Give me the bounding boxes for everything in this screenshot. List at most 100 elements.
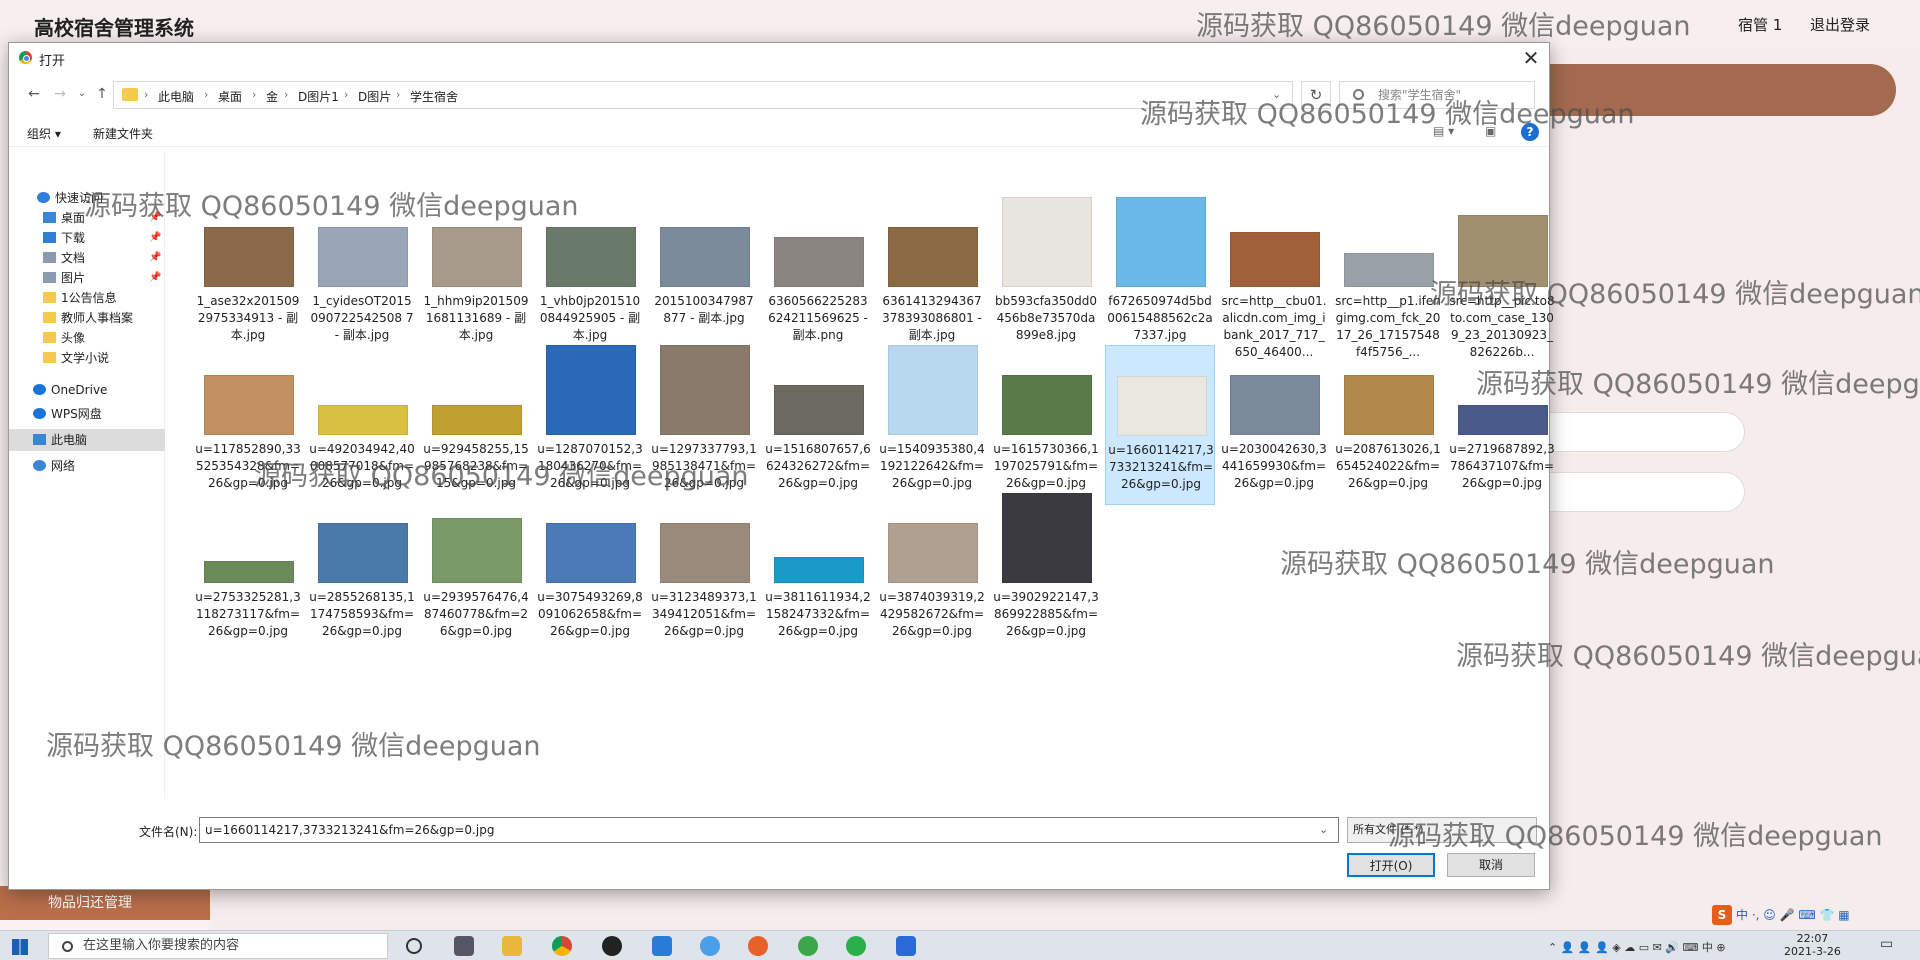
preview-pane-icon[interactable]: ▣ — [1485, 124, 1496, 138]
file-item[interactable]: u=2855268135,1174758593&fm=26&gp=0.jpg — [307, 493, 417, 653]
file-item[interactable]: u=3874039319,2429582672&fm=26&gp=0.jpg — [877, 493, 987, 653]
search-input[interactable]: 搜索"学生宿舍" — [1339, 81, 1535, 109]
file-item[interactable]: 1_vhb0jp2015100844925905 - 副本.jpg — [535, 197, 645, 357]
file-item[interactable]: u=2030042630,3441659930&fm=26&gp=0.jpg — [1219, 345, 1329, 505]
breadcrumb-item[interactable]: 此电脑 — [158, 88, 194, 105]
file-explorer-icon[interactable] — [502, 936, 522, 956]
cortana-icon[interactable] — [406, 938, 422, 954]
close-icon[interactable]: ✕ — [1519, 46, 1543, 70]
file-item[interactable]: u=2939576476,487460778&fm=26&gp=0.jpg — [421, 493, 531, 653]
notification-icon[interactable]: ▭ — [1880, 936, 1893, 952]
chevron-down-icon[interactable]: ⌄ — [1272, 88, 1281, 101]
taskbar-search-input[interactable]: 在这里输入你要搜索的内容 — [48, 933, 388, 959]
file-item[interactable]: src=http__pic.to8to.com_case_1309_23_201… — [1447, 197, 1557, 359]
file-item[interactable]: u=492034942,40008577018&fm=26&gp=0.jpg — [307, 345, 417, 505]
file-item[interactable]: u=3123489373,1349412051&fm=26&gp=0.jpg — [649, 493, 759, 653]
nav-item[interactable]: 快速访问 — [9, 187, 165, 209]
file-item[interactable]: bb593cfa350dd0456b8e73570da899e8.jpg — [991, 197, 1101, 357]
cancel-button[interactable]: 取消 — [1447, 853, 1535, 877]
file-item[interactable]: src=http__p1.ifengimg.com_fck_2017_26_17… — [1333, 197, 1443, 359]
file-item[interactable]: u=3902922147,3869922885&fm=26&gp=0.jpg — [991, 493, 1101, 653]
nav-item[interactable]: OneDrive — [9, 379, 165, 401]
file-item[interactable]: u=2719687892,3786437107&fm=26&gp=0.jpg — [1447, 345, 1557, 505]
pin-icon: 📌 — [149, 272, 162, 283]
logout-link[interactable]: 退出登录 — [1810, 14, 1870, 35]
nav-item[interactable]: 文学小说 — [9, 347, 165, 369]
nav-item[interactable]: 图片 📌 — [9, 267, 165, 289]
file-item[interactable]: 1_ase32x2015092975334913 - 副本.jpg — [193, 197, 303, 357]
computer-icon — [33, 434, 46, 445]
file-item[interactable]: u=3811611934,2158247332&fm=26&gp=0.jpg — [763, 493, 873, 653]
app-icon[interactable] — [652, 936, 672, 956]
wechat-icon[interactable] — [846, 936, 866, 956]
qq-icon[interactable] — [602, 936, 622, 956]
tray-icons[interactable]: ⌃ 👤 👤 👤 ◈ ☁ ▭ ✉ 🔊 ⌨ 中 ⊕ — [1548, 939, 1726, 955]
app-icon[interactable] — [896, 936, 916, 956]
nav-item[interactable]: 头像 — [9, 327, 165, 349]
file-item[interactable]: u=1287070152,3180436270&fm=26&gp=0.jpg — [535, 345, 645, 505]
refresh-icon[interactable]: ↻ — [1301, 81, 1331, 109]
file-item[interactable]: 1_hhm9ip2015091681131689 - 副本.jpg — [421, 197, 531, 357]
image-thumbnail — [204, 227, 294, 287]
help-icon[interactable]: ? — [1521, 123, 1539, 141]
file-item[interactable]: u=1516807657,6624326272&fm=26&gp=0.jpg — [763, 345, 873, 505]
file-item[interactable]: u=1297337793,1985138471&fm=26&gp=0.jpg — [649, 345, 759, 505]
file-item[interactable]: 6360566225283624211569625 - 副本.png — [763, 197, 873, 357]
current-user[interactable]: 宿管 1 — [1738, 14, 1782, 35]
file-list: 1_ase32x2015092975334913 - 副本.jpg 1_cyide… — [179, 151, 1555, 799]
sidebar-item-return-management[interactable]: 物品归还管理 — [0, 886, 210, 920]
pin-icon: 📌 — [149, 252, 162, 263]
file-item[interactable]: u=2087613026,1654524022&fm=26&gp=0.jpg — [1333, 345, 1443, 505]
forward-arrow-icon[interactable]: → — [51, 85, 69, 103]
breadcrumb-item[interactable]: 学生宿舍 — [410, 88, 458, 105]
nav-item[interactable]: 文档 📌 — [9, 247, 165, 269]
file-item[interactable]: u=929458255,15985768238&fm=15&gp=0.jpg — [421, 345, 531, 505]
nav-item[interactable]: 下载 📌 — [9, 227, 165, 249]
image-thumbnail — [1116, 197, 1206, 287]
file-item[interactable]: src=http__cbu01.alicdn.com_img_ibank_201… — [1219, 197, 1329, 359]
file-item[interactable]: 6361413294367378393086801 - 副本.jpg — [877, 197, 987, 357]
address-bar[interactable]: › 此电脑 › 桌面 › 金 › D图片1 › D图片 › 学生宿舍 ⌄ — [113, 81, 1293, 109]
app-icon[interactable] — [700, 936, 720, 956]
file-open-dialog: 打开 ✕ ← → ⌄ ↑ › 此电脑 › 桌面 › 金 › D图片1 › D图片… — [8, 42, 1555, 890]
nav-item[interactable]: 教师人事档案 — [9, 307, 165, 329]
firefox-icon[interactable] — [748, 936, 768, 956]
nav-item[interactable]: 桌面 📌 — [9, 207, 165, 229]
chevron-down-icon[interactable]: ⌄ — [1319, 823, 1328, 836]
file-item[interactable]: u=1540935380,4192122642&fm=26&gp=0.jpg — [877, 345, 987, 505]
new-folder-button[interactable]: 新建文件夹 — [93, 125, 153, 142]
windows-start-icon[interactable] — [12, 939, 28, 955]
file-name: 1_cyidesOT2015090722542508 7 - 副本.jpg — [310, 294, 414, 342]
view-options-icon[interactable]: ▤ ▾ — [1433, 124, 1454, 138]
recent-locations-icon[interactable]: ⌄ — [73, 85, 91, 103]
file-item[interactable]: u=1660114217,3733213241&fm=26&gp=0.jpg — [1105, 345, 1215, 505]
file-item[interactable]: f672650974d5bd00615488562c2a7337.jpg — [1105, 197, 1215, 357]
file-item[interactable]: u=117852890,33525354328&fm=26&gp=0.jpg — [193, 345, 303, 505]
file-item[interactable]: 1_cyidesOT2015090722542508 7 - 副本.jpg — [307, 197, 417, 357]
breadcrumb-item[interactable]: 金 — [266, 88, 278, 105]
clock[interactable]: 22:07 2021-3-26 — [1784, 932, 1841, 958]
file-item[interactable]: u=1615730366,1197025791&fm=26&gp=0.jpg — [991, 345, 1101, 505]
image-thumbnail — [318, 405, 408, 435]
breadcrumb-item[interactable]: D图片 — [358, 88, 391, 105]
nav-item[interactable]: 网络 — [9, 455, 165, 477]
nav-item[interactable]: 1公告信息 — [9, 287, 165, 309]
back-arrow-icon[interactable]: ← — [25, 85, 43, 103]
organize-button[interactable]: 组织 ▾ — [27, 125, 61, 142]
task-view-icon[interactable] — [454, 936, 474, 956]
nav-item[interactable]: 此电脑 — [9, 429, 165, 451]
file-item[interactable]: u=2753325281,3118273117&fm=26&gp=0.jpg — [193, 493, 303, 653]
file-item[interactable]: u=3075493269,8091062658&fm=26&gp=0.jpg — [535, 493, 645, 653]
filetype-select[interactable]: 所有文件 (*.*) — [1347, 817, 1537, 843]
breadcrumb-item[interactable]: D图片1 — [298, 88, 339, 105]
up-arrow-icon[interactable]: ↑ — [93, 85, 111, 103]
ime-indicator[interactable]: S中 ·, ☺ 🎤 ⌨ 👕 ▦ — [1712, 904, 1850, 926]
breadcrumb-item[interactable]: 桌面 — [218, 88, 242, 105]
file-item[interactable]: 2015100347987877 - 副本.jpg — [649, 197, 759, 357]
filename-input[interactable]: u=1660114217,3733213241&fm=26&gp=0.jpg — [199, 817, 1339, 843]
file-name: u=2753325281,3118273117&fm=26&gp=0.jpg — [195, 590, 301, 638]
nav-item[interactable]: WPS网盘 — [9, 403, 165, 425]
chrome-icon[interactable] — [798, 936, 818, 956]
chrome-icon[interactable] — [552, 936, 572, 956]
open-button[interactable]: 打开(O) — [1347, 853, 1435, 877]
